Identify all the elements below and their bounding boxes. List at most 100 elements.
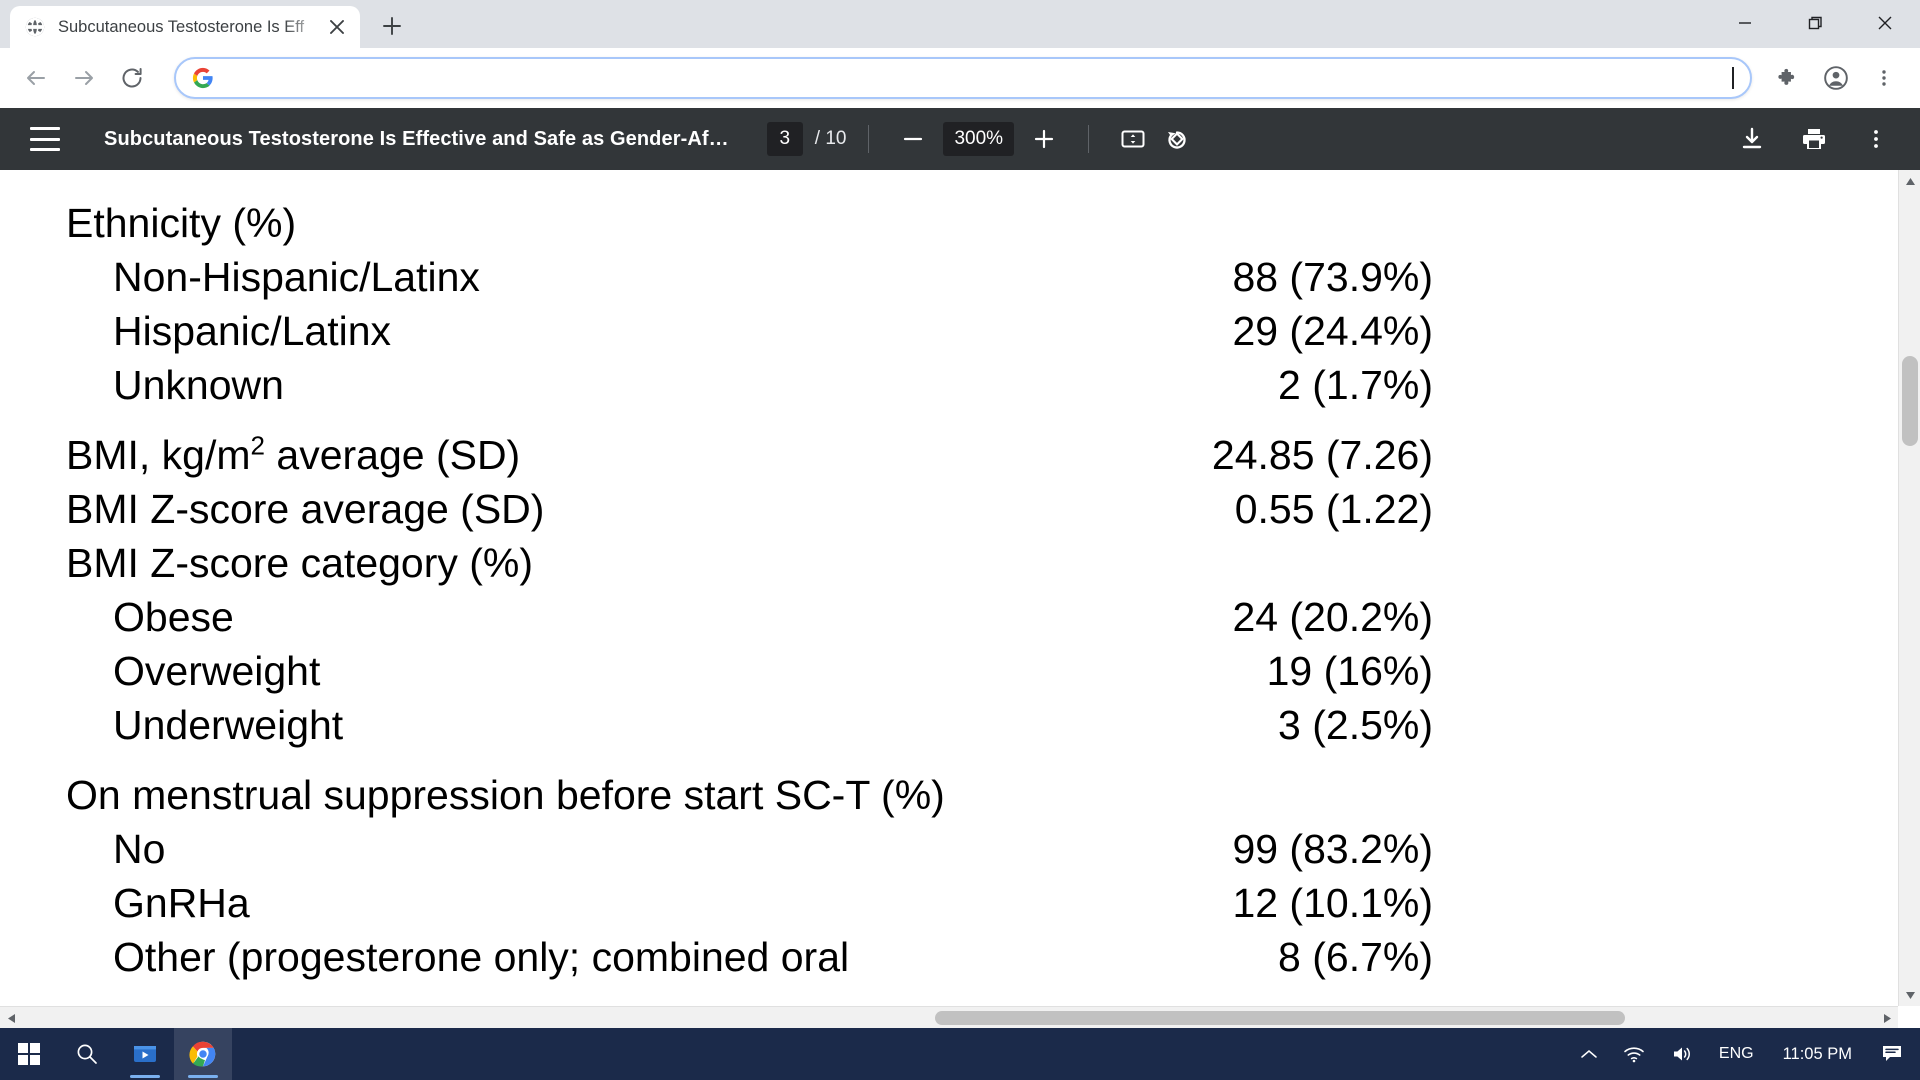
row-label: Other (progesterone only; combined oral — [113, 934, 850, 980]
pdf-page-viewport[interactable]: Ethnicity (%) Non-Hispanic/Latinx 88 (73… — [0, 170, 1920, 1028]
table-row-bmi: BMI, kg/m2 average (SD) 24.85 (7.26) — [0, 428, 1890, 482]
pdf-page-content: Ethnicity (%) Non-Hispanic/Latinx 88 (73… — [0, 170, 1890, 984]
notification-icon[interactable] — [1870, 1028, 1914, 1080]
row-label: Ethnicity (%) — [66, 200, 297, 246]
row-label: BMI Z-score category (%) — [66, 540, 534, 586]
chevron-up-icon[interactable] — [1570, 1028, 1608, 1080]
page-total-label: / 10 — [814, 128, 847, 149]
horizontal-scrollbar-thumb[interactable] — [935, 1011, 1625, 1025]
wifi-icon[interactable] — [1612, 1028, 1656, 1080]
google-g-icon — [192, 67, 214, 89]
table-row-bmi-zscore: BMI Z-score average (SD) 0.55 (1.22) — [0, 482, 1890, 536]
table-row-no: No 99 (83.2%) — [0, 822, 1890, 876]
row-spacer-2 — [0, 752, 1890, 768]
pdf-toolbar-actions — [1730, 117, 1898, 161]
address-bar[interactable] — [174, 57, 1752, 99]
browser-toolbar — [0, 48, 1920, 108]
tab-title: Subcutaneous Testosterone Is Eff — [58, 17, 305, 36]
system-tray: ENG 11:05 PM — [1570, 1028, 1920, 1080]
windows-taskbar: ENG 11:05 PM — [0, 1028, 1920, 1080]
browser-tab[interactable]: Subcutaneous Testosterone Is Eff — [10, 6, 360, 48]
chrome-browser-window: Subcutaneous Testosterone Is Eff Subcuta… — [0, 0, 1920, 1028]
table-row-obese: Obese 24 (20.2%) — [0, 590, 1890, 644]
row-label-superscript: 2 — [250, 430, 265, 461]
row-label-post: average (SD) — [265, 432, 521, 478]
download-icon[interactable] — [1730, 117, 1774, 161]
row-label: No — [113, 826, 166, 872]
close-icon[interactable] — [1850, 0, 1920, 46]
toolbar-divider-2 — [1088, 125, 1090, 153]
restore-icon[interactable] — [1780, 0, 1850, 46]
account-avatar-icon[interactable] — [1814, 56, 1858, 100]
zoom-in-button[interactable] — [1022, 117, 1066, 161]
row-label: BMI Z-score average (SD) — [66, 486, 545, 532]
language-indicator[interactable]: ENG — [1708, 1028, 1765, 1080]
row-value: 8 (6.7%) — [1278, 934, 1433, 980]
zoom-level-value[interactable]: 300% — [943, 122, 1015, 156]
toolbar-divider — [868, 125, 870, 153]
speaker-icon[interactable] — [1660, 1028, 1704, 1080]
row-label: Unknown — [113, 362, 284, 408]
three-dot-menu-icon[interactable] — [1862, 56, 1906, 100]
scroll-left-arrow-icon[interactable] — [0, 1007, 22, 1028]
text-caret — [1732, 67, 1734, 89]
vertical-scrollbar[interactable] — [1898, 170, 1920, 1006]
reload-icon[interactable] — [110, 56, 154, 100]
puzzle-piece-icon[interactable] — [1766, 56, 1810, 100]
row-label: GnRHa — [113, 880, 250, 926]
tab-close-icon[interactable] — [324, 14, 350, 40]
table-row-gnrha: GnRHa 12 (10.1%) — [0, 876, 1890, 930]
row-value: 24 (20.2%) — [1232, 594, 1433, 640]
minimize-icon[interactable] — [1710, 0, 1780, 46]
table-row-ethnicity-header: Ethnicity (%) — [0, 196, 1890, 250]
rotate-counterclockwise-icon[interactable] — [1155, 117, 1199, 161]
row-label: Overweight — [113, 648, 321, 694]
table-row-underweight: Underweight 3 (2.5%) — [0, 698, 1890, 752]
fit-to-page-icon[interactable] — [1111, 117, 1155, 161]
horizontal-scrollbar[interactable] — [0, 1006, 1898, 1028]
forward-arrow-icon[interactable] — [62, 56, 106, 100]
row-value: 88 (73.9%) — [1232, 254, 1433, 300]
row-label: BMI, kg/m2 average (SD) — [0, 428, 520, 482]
row-label: Hispanic/Latinx — [113, 308, 392, 354]
table-row-other: Other (progesterone only; combined oral … — [0, 930, 1890, 984]
zoom-out-button[interactable] — [891, 117, 935, 161]
chrome-icon[interactable] — [174, 1028, 232, 1080]
media-player-icon[interactable] — [116, 1028, 174, 1080]
row-label: Obese — [113, 594, 234, 640]
row-label-pre: BMI, kg/m — [66, 432, 251, 478]
taskbar-running-indicator — [188, 1075, 218, 1078]
search-icon[interactable] — [58, 1028, 116, 1080]
scroll-right-arrow-icon[interactable] — [1876, 1007, 1898, 1028]
print-icon[interactable] — [1792, 117, 1836, 161]
scroll-up-arrow-icon[interactable] — [1899, 170, 1920, 192]
taskbar-running-indicator — [130, 1075, 160, 1078]
row-value: 19 (16%) — [1266, 648, 1433, 694]
row-label: On menstrual suppression before start SC… — [66, 772, 945, 818]
row-label: Non-Hispanic/Latinx — [113, 254, 480, 300]
windows-start-icon[interactable] — [0, 1028, 58, 1080]
vertical-scrollbar-thumb[interactable] — [1902, 356, 1918, 446]
back-arrow-icon[interactable] — [14, 56, 58, 100]
new-tab-button[interactable] — [374, 8, 410, 44]
row-value: 0.55 (1.22) — [1234, 486, 1433, 532]
page-number-input[interactable]: 3 — [766, 122, 803, 156]
hamburger-menu-icon[interactable] — [30, 127, 60, 151]
row-value: 24.85 (7.26) — [1211, 432, 1433, 478]
table-row-overweight: Overweight 19 (16%) — [0, 644, 1890, 698]
pdf-viewer-toolbar: Subcutaneous Testosterone Is Effective a… — [0, 108, 1920, 170]
pdf-more-menu-icon[interactable] — [1854, 117, 1898, 161]
row-value: 29 (24.4%) — [1232, 308, 1433, 354]
table-row-unknown: Unknown 2 (1.7%) — [0, 358, 1890, 412]
row-value: 2 (1.7%) — [1278, 362, 1433, 408]
scroll-down-arrow-icon[interactable] — [1899, 984, 1920, 1006]
pdf-page-controls: 3 / 10 300% — [766, 117, 1199, 161]
row-value: 99 (83.2%) — [1232, 826, 1433, 872]
pdf-document-title: Subcutaneous Testosterone Is Effective a… — [104, 127, 729, 150]
row-value: 12 (10.1%) — [1232, 880, 1433, 926]
row-value: 3 (2.5%) — [1278, 702, 1433, 748]
toolbar-actions — [1766, 56, 1906, 100]
tab-strip: Subcutaneous Testosterone Is Eff — [0, 0, 1920, 48]
taskbar-clock[interactable]: 11:05 PM — [1769, 1045, 1866, 1064]
row-label: Underweight — [113, 702, 344, 748]
